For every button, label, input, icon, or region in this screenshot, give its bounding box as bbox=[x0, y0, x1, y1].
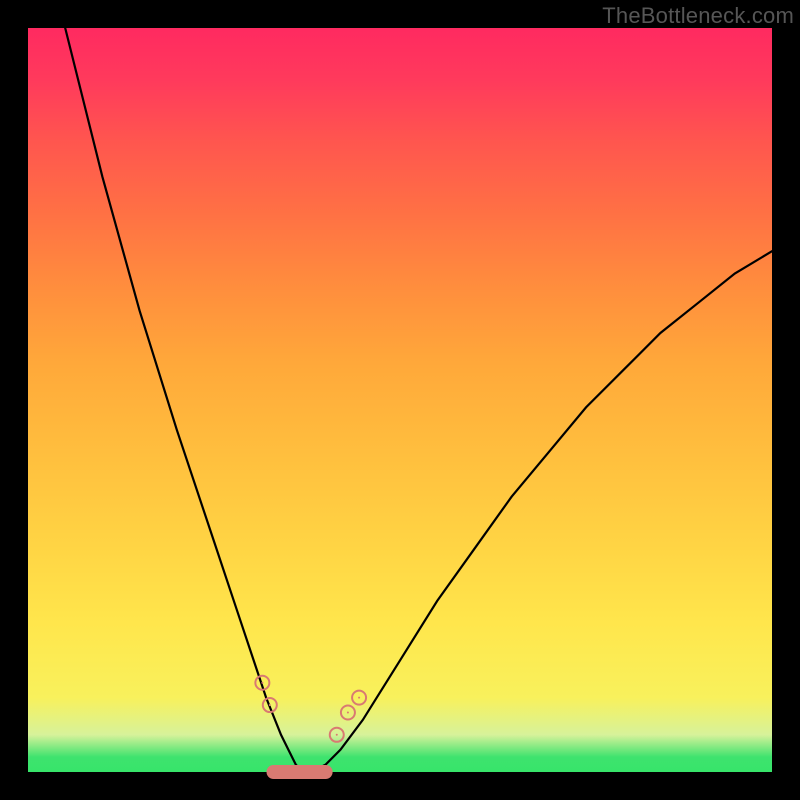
marker-left-b bbox=[269, 704, 271, 706]
chart-frame: TheBottleneck.com bbox=[0, 0, 800, 800]
watermark-text: TheBottleneck.com bbox=[602, 3, 794, 29]
marker-group bbox=[261, 682, 360, 772]
marker-right-b bbox=[347, 711, 349, 713]
bottleneck-curve bbox=[65, 28, 772, 772]
chart-svg bbox=[28, 28, 772, 772]
chart-plot-area bbox=[28, 28, 772, 772]
marker-right-a bbox=[336, 734, 338, 736]
marker-right-c bbox=[358, 697, 360, 699]
marker-left-a bbox=[261, 682, 263, 684]
